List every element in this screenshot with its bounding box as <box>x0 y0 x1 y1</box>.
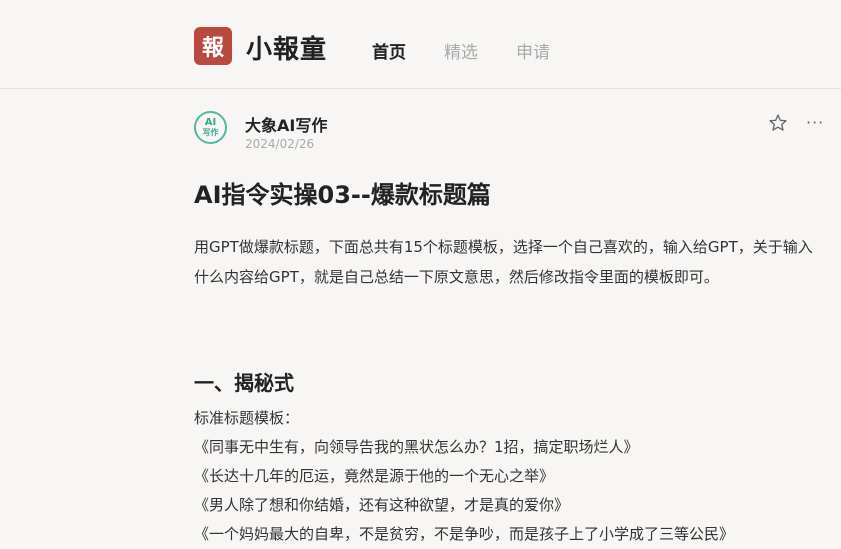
post-date: 2024/02/26 <box>245 137 315 151</box>
template-list: 标准标题模板： 《同事无中生有，向领导告我的黑状怎么办？1招，搞定职场烂人》 《… <box>194 404 834 549</box>
star-icon[interactable] <box>768 113 788 133</box>
main-nav: 首页 精选 申请 <box>372 38 588 63</box>
author-avatar[interactable]: AI 写作 <box>194 111 227 144</box>
list-item: 《长达十几年的厄运，竟然是源于他的一个无心之举》 <box>194 467 555 485</box>
list-item: 《男人除了想和你结婚，还有这种欲望，才是真的爱你》 <box>194 496 570 514</box>
top-header: 報 小報童 首页 精选 申请 <box>0 0 841 89</box>
list-item: 标准标题模板： <box>194 409 300 427</box>
nav-home[interactable]: 首页 <box>372 38 406 63</box>
site-name[interactable]: 小報童 <box>246 29 327 66</box>
article-intro: 用GPT做爆款标题，下面总共有15个标题模板，选择一个自己喜欢的，输入给GPT，… <box>194 238 813 286</box>
avatar-text-writing: 写作 <box>202 128 219 137</box>
list-item: 《同事无中生有，向领导告我的黑状怎么办？1招，搞定职场烂人》 <box>194 438 639 456</box>
article-title: AI指令实操03--爆款标题篇 <box>194 181 491 209</box>
site-logo[interactable]: 報 <box>194 27 232 65</box>
nav-apply[interactable]: 申请 <box>516 38 550 63</box>
author-name[interactable]: 大象AI写作 <box>245 112 327 136</box>
more-icon[interactable]: ··· <box>806 115 824 131</box>
section-heading: 一、揭秘式 <box>194 371 294 395</box>
avatar-text-ai: AI <box>204 117 217 128</box>
nav-featured[interactable]: 精选 <box>444 38 478 63</box>
